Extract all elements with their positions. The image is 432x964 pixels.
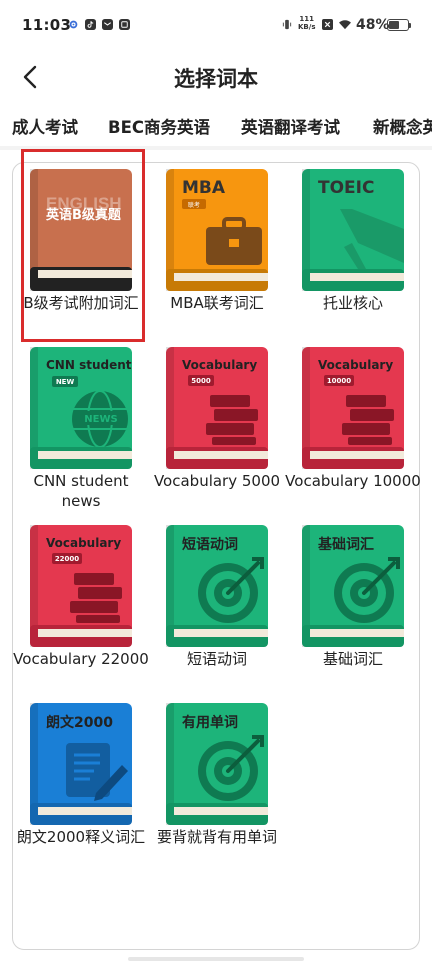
book-label: MBA联考词汇	[170, 294, 264, 312]
book-item-phrasal-verbs[interactable]: 短语动词 短语动词	[149, 519, 285, 697]
cover-title: 朗文2000	[46, 714, 113, 731]
cover-title: 有用单词	[182, 714, 238, 731]
cover-title: 基础词汇	[318, 536, 374, 553]
settings-gear-icon	[69, 20, 78, 29]
book-item-cnn[interactable]: CNN student NEW NEWS CNN student news	[13, 341, 149, 519]
book-item-vocabulary-5000[interactable]: Vocabulary 5000 Vocabulary 5000	[149, 341, 285, 519]
selection-highlight	[21, 149, 145, 342]
book-label: Vocabulary 10000	[285, 472, 421, 490]
battery-icon	[387, 19, 409, 31]
app-notification-icon	[119, 19, 130, 30]
cover-title: MBA	[182, 178, 226, 198]
cover-title: 短语动词	[182, 536, 238, 553]
cover-title: CNN student	[46, 358, 132, 372]
cover-badge: 22000	[55, 555, 79, 563]
book-cover: MBA 联考	[166, 169, 268, 291]
tab-bec[interactable]: BEC商务英语	[108, 114, 210, 138]
wifi-icon	[339, 20, 351, 30]
tab-adult-exam[interactable]: 成人考试	[12, 114, 78, 138]
book-label: 基础词汇	[322, 650, 383, 668]
page-title: 选择词本	[174, 67, 258, 91]
book-item-mba[interactable]: MBA 联考 MBA联考词汇	[149, 163, 285, 341]
network-speed: 111 KB/s	[298, 15, 315, 31]
vibrate-icon	[282, 19, 292, 30]
status-time: 11:03	[22, 16, 72, 34]
book-label: 朗文2000释义词汇	[16, 828, 146, 846]
tiktok-icon	[85, 19, 96, 30]
book-cover: CNN student NEW NEWS	[30, 347, 132, 469]
cover-title: Vocabulary	[182, 358, 257, 372]
book-cover: 有用单词	[166, 703, 268, 825]
book-label: CNN student news	[33, 472, 129, 510]
cover-badge: 5000	[191, 377, 211, 385]
cover-title: TOEIC	[318, 178, 374, 198]
book-label: Vocabulary 22000	[13, 650, 149, 668]
book-item-vocabulary-22000[interactable]: Vocabulary 22000 Vocabulary 22000	[13, 519, 149, 697]
battery-percent: 48%	[356, 17, 390, 33]
book-label: 要背就背有用单词	[156, 828, 277, 846]
book-item-useful-words[interactable]: 有用单词 要背就背有用单词	[149, 697, 285, 875]
cover-badge: 联考	[188, 201, 200, 209]
gesture-handle	[128, 957, 304, 961]
battery-cap	[409, 23, 411, 28]
header: 选择词本	[0, 52, 432, 102]
tab-translation-exam[interactable]: 英语翻译考试	[241, 114, 340, 138]
cover-title: Vocabulary	[46, 536, 121, 550]
book-cover: Vocabulary 22000	[30, 525, 132, 647]
cover-badge: NEW	[56, 378, 75, 386]
book-item-basic-vocabulary[interactable]: 基础词汇 基础词汇	[285, 519, 421, 697]
network-speed-unit: KB/s	[298, 23, 316, 31]
tab-new-concept[interactable]: 新概念英	[373, 114, 432, 138]
battery-level	[389, 21, 399, 29]
book-item-longman-2000[interactable]: 朗文2000 朗文2000释义词汇	[13, 697, 149, 875]
book-label: 短语动词	[186, 650, 247, 668]
network-speed-value: 111	[299, 15, 315, 23]
book-cover: TOEIC	[302, 169, 404, 291]
mail-icon	[102, 19, 113, 30]
svg-text:NEWS: NEWS	[84, 414, 117, 425]
book-label: 托业核心	[322, 294, 383, 312]
cover-badge: 10000	[327, 377, 351, 385]
no-sim-icon	[322, 19, 333, 30]
book-item-vocabulary-10000[interactable]: Vocabulary 10000 Vocabulary 10000	[285, 341, 421, 519]
book-item-toeic[interactable]: TOEIC 托业核心	[285, 163, 421, 341]
book-cover: Vocabulary 10000	[302, 347, 404, 469]
book-cover: Vocabulary 5000	[166, 347, 268, 469]
book-label: Vocabulary 5000	[153, 472, 281, 490]
news-globe-icon: NEWS	[72, 390, 128, 448]
cover-title: Vocabulary	[318, 358, 393, 372]
book-cover: 短语动词	[166, 525, 268, 647]
book-cover: 朗文2000	[30, 703, 132, 825]
status-bar: 11:03 111 KB/s 48%	[0, 0, 432, 52]
book-cover: 基础词汇	[302, 525, 404, 647]
category-tabs: 成人考试 BEC商务英语 英语翻译考试 新概念英	[0, 108, 432, 144]
